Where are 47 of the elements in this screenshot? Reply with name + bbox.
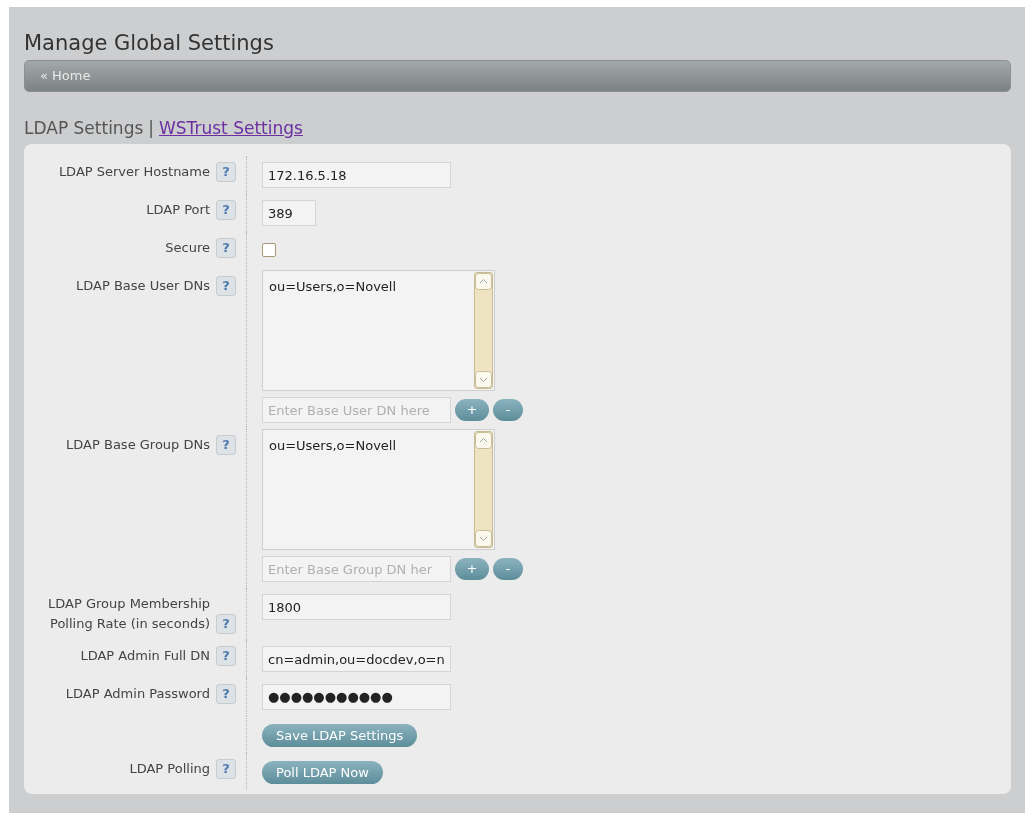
- help-button[interactable]: ?: [216, 238, 236, 258]
- button[interactable]: Poll LDAP Now: [262, 761, 383, 784]
- scroll-down-icon[interactable]: [475, 371, 492, 388]
- help-button[interactable]: ?: [216, 200, 236, 220]
- scroll-up-icon[interactable]: [475, 273, 492, 290]
- home-link[interactable]: « Home: [40, 66, 91, 86]
- scroll-up-icon[interactable]: [475, 432, 492, 449]
- field-label: LDAP Server Hostname: [58, 163, 210, 181]
- button[interactable]: Save LDAP Settings: [262, 724, 418, 747]
- text-value: ou=Users,o=Novell: [269, 437, 397, 455]
- checkbox[interactable]: [262, 243, 276, 257]
- field-label: LDAP Admin Password: [65, 685, 210, 703]
- input-field[interactable]: cn=admin,ou=docdev,o=n: [262, 646, 451, 672]
- remove-button[interactable]: -: [493, 399, 523, 421]
- help-button[interactable]: ?: [216, 162, 236, 182]
- separator: |: [148, 117, 154, 140]
- scrollbar[interactable]: [474, 272, 493, 389]
- field-label: LDAP Port: [146, 201, 210, 219]
- help-button[interactable]: ?: [216, 646, 236, 666]
- text-value: ou=Users,o=Novell: [269, 278, 397, 296]
- field-label: Secure: [165, 239, 210, 257]
- help-button[interactable]: ?: [216, 435, 236, 455]
- field-label: LDAP Base User DNs: [76, 277, 210, 295]
- section-link[interactable]: WSTrust Settings: [159, 116, 303, 140]
- field-label: LDAP Base Group DNs: [66, 436, 210, 454]
- current-section: LDAP Settings: [24, 116, 144, 140]
- input-field[interactable]: Enter Base User DN here: [262, 397, 451, 423]
- text-area[interactable]: ou=Users,o=Novell: [262, 429, 495, 550]
- field-label: LDAP Admin Full DN: [80, 647, 210, 665]
- page-title: Manage Global Settings: [24, 30, 275, 57]
- help-button[interactable]: ?: [216, 684, 236, 704]
- add-button[interactable]: +: [455, 399, 489, 421]
- password-field[interactable]: ●●●●●●●●●●●: [262, 684, 451, 710]
- text-area[interactable]: ou=Users,o=Novell: [262, 270, 495, 391]
- input-field[interactable]: 1800: [262, 594, 451, 620]
- scroll-down-icon[interactable]: [475, 530, 492, 547]
- add-button[interactable]: +: [455, 558, 489, 580]
- input-field[interactable]: 389: [262, 200, 316, 226]
- field-label: LDAP Group Membership Polling Rate (in seconds): [47, 595, 210, 633]
- help-button[interactable]: ?: [216, 276, 236, 296]
- help-button[interactable]: ?: [216, 759, 236, 779]
- input-field[interactable]: 172.16.5.18: [262, 162, 451, 188]
- help-button[interactable]: ?: [216, 614, 236, 634]
- remove-button[interactable]: -: [493, 558, 523, 580]
- scrollbar[interactable]: [474, 431, 493, 548]
- input-field[interactable]: Enter Base Group DN her: [262, 556, 451, 582]
- field-label: LDAP Polling: [129, 760, 210, 778]
